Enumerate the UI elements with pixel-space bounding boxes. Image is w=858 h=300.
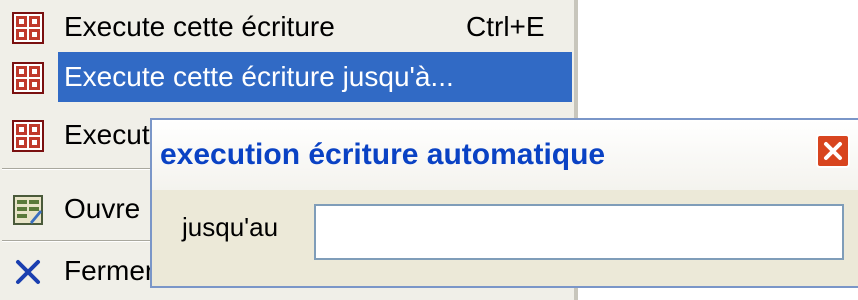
menu-item-execute-until[interactable]: Execute cette écriture jusqu'à... — [0, 50, 574, 106]
dialog-title: execution écriture automatique — [160, 138, 606, 171]
menu-item-label: Ouvre — [64, 193, 141, 224]
form-icon — [12, 194, 44, 226]
close-button[interactable] — [816, 134, 850, 168]
menu-item-label: Fermer — [64, 255, 155, 286]
close-x-icon — [12, 256, 44, 288]
until-label: jusqu'au — [182, 212, 279, 242]
auto-execute-dialog: execution écriture automatique jusqu'au — [150, 118, 858, 288]
dialog-title-bar[interactable]: execution écriture automatique — [152, 120, 858, 190]
menu-item-label: Execute cette écriture — [64, 11, 335, 42]
close-icon — [824, 142, 842, 160]
calculator-icon — [12, 120, 44, 152]
menu-item-label: Execut — [64, 119, 150, 150]
menu-item-execute[interactable]: Execute cette écriture Ctrl+E — [0, 0, 574, 56]
menu-item-label: Execute cette écriture jusqu'à... — [64, 61, 454, 92]
calculator-icon — [12, 12, 44, 44]
calculator-icon — [12, 62, 44, 94]
until-input[interactable] — [314, 204, 844, 260]
menu-item-shortcut: Ctrl+E — [466, 11, 545, 42]
